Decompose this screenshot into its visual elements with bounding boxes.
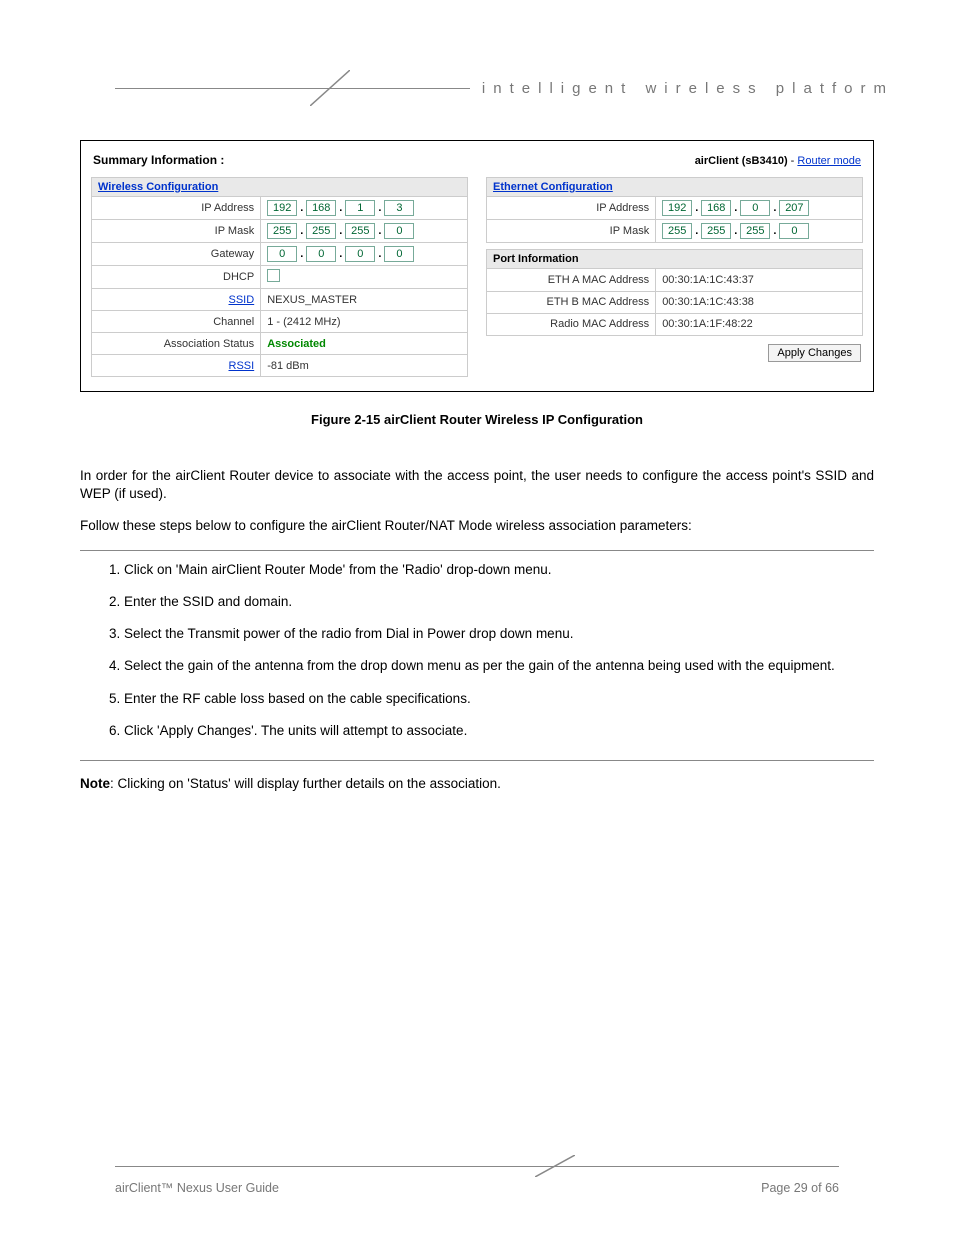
wireless-ip-label: IP Address: [92, 197, 261, 220]
ethernet-configuration-table: IP Address 192. 168. 0. 207 IP Mask: [486, 197, 863, 243]
eth-b-mac-value: 00:30:1A:1C:43:38: [656, 291, 863, 313]
channel-value: 1 - (2412 MHz): [261, 311, 468, 333]
step-item: Select the Transmit power of the radio f…: [124, 625, 874, 643]
ethernet-configuration-heading[interactable]: Ethernet Configuration: [486, 177, 863, 197]
note-paragraph: Note: Clicking on 'Status' will display …: [80, 775, 874, 793]
header-diagonal-ornament: [310, 70, 350, 106]
summary-information-title: Summary Information :: [93, 153, 224, 167]
radio-mac-value: 00:30:1A:1F:48:22: [656, 313, 863, 335]
eth-a-mac-label: ETH A MAC Address: [487, 269, 656, 291]
step-item: Enter the SSID and domain.: [124, 593, 874, 611]
eth-b-mac-label: ETH B MAC Address: [487, 291, 656, 313]
association-status-value: Associated: [267, 338, 326, 350]
dhcp-label: DHCP: [92, 266, 261, 289]
footer-page-number: Page 29 of 66: [761, 1181, 839, 1195]
wireless-configuration-table: IP Address 192. 168. 1. 3 IP Mask: [91, 197, 468, 377]
ssid-value: NEXUS_MASTER: [261, 289, 468, 311]
port-information-table: ETH A MAC Address 00:30:1A:1C:43:37 ETH …: [486, 269, 863, 336]
figure-caption: Figure 2-15 airClient Router Wireless IP…: [60, 412, 894, 427]
config-screenshot-panel: Summary Information : airClient (sB3410)…: [80, 140, 874, 392]
radio-mac-label: Radio MAC Address: [487, 313, 656, 335]
apply-changes-button[interactable]: Apply Changes: [768, 344, 861, 362]
intro-paragraph-2: Follow these steps below to configure th…: [80, 517, 874, 535]
footer-diagonal-ornament: [535, 1155, 575, 1177]
channel-label: Channel: [92, 311, 261, 333]
page-header: intelligent wireless platform: [60, 70, 894, 110]
rssi-link[interactable]: RSSI: [229, 360, 255, 372]
ethernet-ip-input[interactable]: 192. 168. 0. 207: [662, 200, 856, 216]
configuration-steps-list: Click on 'Main airClient Router Mode' fr…: [80, 561, 874, 740]
step-item: Click 'Apply Changes'. The units will at…: [124, 722, 874, 740]
gateway-input[interactable]: 0. 0. 0. 0: [267, 246, 461, 262]
wireless-ip-input[interactable]: 192. 168. 1. 3: [267, 200, 461, 216]
association-status-label: Association Status: [92, 333, 261, 355]
rssi-value: -81 dBm: [261, 355, 468, 377]
ethernet-mask-label: IP Mask: [487, 220, 656, 243]
step-item: Select the gain of the antenna from the …: [124, 657, 874, 675]
step-item: Click on 'Main airClient Router Mode' fr…: [124, 561, 874, 579]
page-footer: airClient™ Nexus User Guide Page 29 of 6…: [60, 1155, 894, 1195]
footer-guide-title: airClient™ Nexus User Guide: [115, 1181, 279, 1195]
eth-a-mac-value: 00:30:1A:1C:43:37: [656, 269, 863, 291]
device-mode-indicator: airClient (sB3410) - Router mode: [695, 155, 861, 167]
router-mode-link[interactable]: Router mode: [797, 155, 861, 167]
wireless-mask-input[interactable]: 255. 255. 255. 0: [267, 223, 461, 239]
intro-paragraph-1: In order for the airClient Router device…: [80, 467, 874, 503]
wireless-mask-label: IP Mask: [92, 220, 261, 243]
ethernet-mask-input[interactable]: 255. 255. 255. 0: [662, 223, 856, 239]
wireless-configuration-heading[interactable]: Wireless Configuration: [91, 177, 468, 197]
dhcp-checkbox[interactable]: [267, 269, 280, 282]
ethernet-ip-label: IP Address: [487, 197, 656, 220]
gateway-label: Gateway: [92, 243, 261, 266]
ssid-link[interactable]: SSID: [229, 294, 255, 306]
step-item: Enter the RF cable loss based on the cab…: [124, 690, 874, 708]
header-tagline: intelligent wireless platform: [482, 80, 894, 97]
port-information-heading: Port Information: [486, 249, 863, 269]
